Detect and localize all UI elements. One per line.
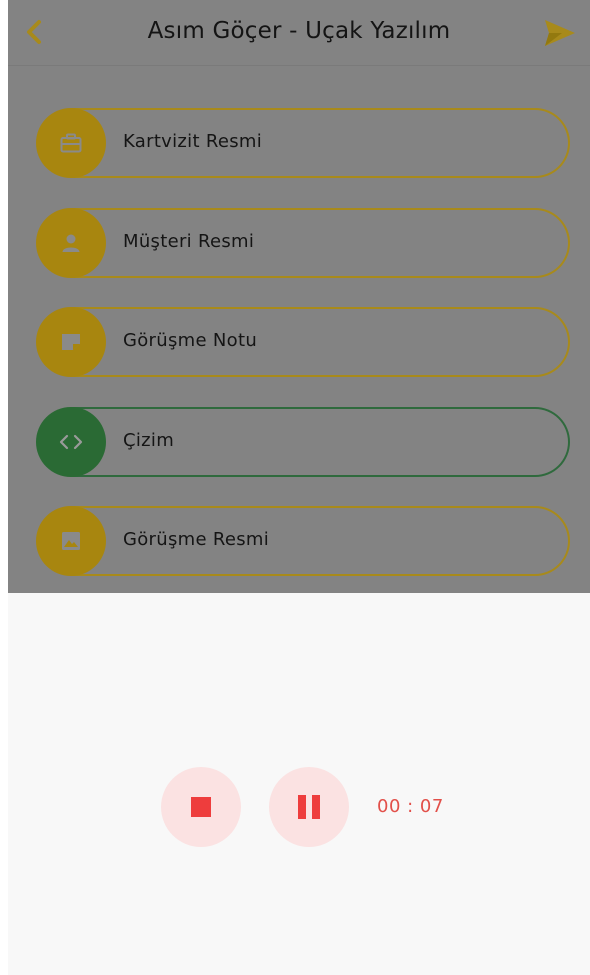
dimmed-background[interactable]: Asım Göçer - Uçak Yazılım Kartvizit Resm… — [8, 0, 590, 593]
menu-item-musteri-resmi[interactable]: Müşteri Resmi — [36, 208, 570, 278]
recording-timer: 00 : 07 — [377, 796, 444, 817]
menu-item-kartvizit-resmi[interactable]: Kartvizit Resmi — [36, 108, 570, 178]
menu-item-icon-circle — [36, 307, 106, 377]
send-icon — [545, 20, 575, 46]
note-icon — [62, 334, 80, 350]
audio-recorder-sheet: 00 : 07 — [8, 593, 590, 975]
person-icon — [62, 234, 80, 252]
menu-item-gorusme-notu[interactable]: Görüşme Notu — [36, 307, 570, 377]
menu-item-gorusme-resmi[interactable]: Görüşme Resmi — [36, 506, 570, 576]
page-title: Asım Göçer - Uçak Yazılım — [147, 18, 451, 44]
menu-item-label: Görüşme Notu — [123, 330, 258, 351]
pause-icon — [298, 795, 320, 819]
image-icon — [62, 532, 80, 550]
menu-item-label: Çizim — [123, 430, 175, 451]
briefcase-icon — [60, 133, 82, 153]
stop-icon — [191, 797, 211, 817]
chevron-left-icon — [27, 20, 41, 44]
screen: Asım Göçer - Uçak Yazılım Kartvizit Resm… — [0, 0, 590, 975]
send-button[interactable] — [544, 19, 576, 47]
stop-button[interactable] — [161, 767, 241, 847]
menu-item-icon-circle — [36, 506, 106, 576]
menu-item-label: Kartvizit Resmi — [123, 131, 263, 152]
code-icon — [59, 434, 83, 450]
menu-item-icon-circle — [36, 208, 106, 278]
menu-item-label: Müşteri Resmi — [123, 231, 255, 252]
back-button[interactable] — [20, 17, 50, 47]
navigation-bar: Asım Göçer - Uçak Yazılım — [8, 0, 590, 66]
menu-item-label: Görüşme Resmi — [123, 529, 270, 550]
menu-item-cizim[interactable]: Çizim — [36, 407, 570, 477]
menu-item-icon-circle — [36, 407, 106, 477]
menu-item-icon-circle — [36, 108, 106, 178]
pause-button[interactable] — [269, 767, 349, 847]
